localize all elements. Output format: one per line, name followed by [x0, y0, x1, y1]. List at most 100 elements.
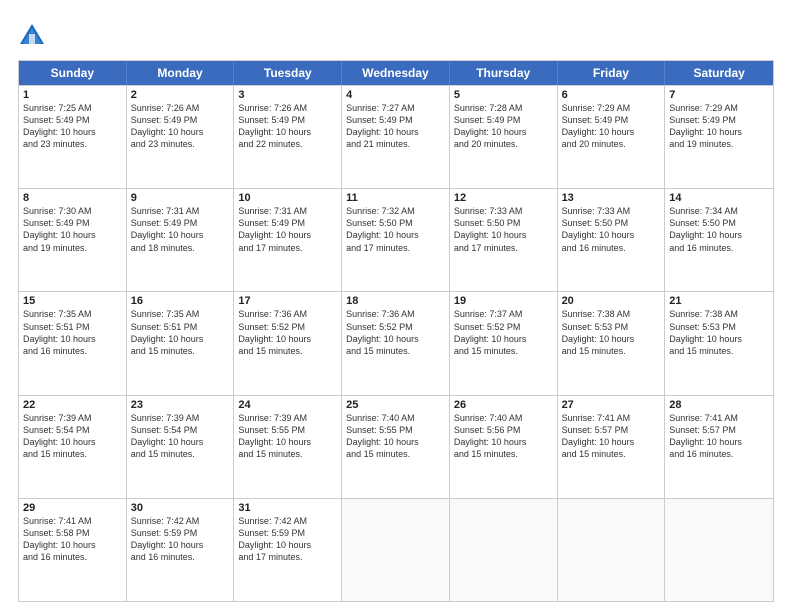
- day-info: Sunrise: 7:41 AM Sunset: 5:57 PM Dayligh…: [562, 412, 661, 461]
- day-cell-11: 11Sunrise: 7:32 AM Sunset: 5:50 PM Dayli…: [342, 189, 450, 291]
- day-cell-14: 14Sunrise: 7:34 AM Sunset: 5:50 PM Dayli…: [665, 189, 773, 291]
- day-number: 6: [562, 89, 661, 101]
- day-number: 18: [346, 295, 445, 307]
- day-cell-13: 13Sunrise: 7:33 AM Sunset: 5:50 PM Dayli…: [558, 189, 666, 291]
- calendar-week-2: 8Sunrise: 7:30 AM Sunset: 5:49 PM Daylig…: [19, 188, 773, 291]
- day-cell-22: 22Sunrise: 7:39 AM Sunset: 5:54 PM Dayli…: [19, 396, 127, 498]
- day-number: 29: [23, 502, 122, 514]
- calendar: SundayMondayTuesdayWednesdayThursdayFrid…: [18, 60, 774, 602]
- day-cell-25: 25Sunrise: 7:40 AM Sunset: 5:55 PM Dayli…: [342, 396, 450, 498]
- day-number: 2: [131, 89, 230, 101]
- day-cell-3: 3Sunrise: 7:26 AM Sunset: 5:49 PM Daylig…: [234, 86, 342, 188]
- calendar-header: SundayMondayTuesdayWednesdayThursdayFrid…: [19, 61, 773, 85]
- day-cell-27: 27Sunrise: 7:41 AM Sunset: 5:57 PM Dayli…: [558, 396, 666, 498]
- day-cell-5: 5Sunrise: 7:28 AM Sunset: 5:49 PM Daylig…: [450, 86, 558, 188]
- day-number: 1: [23, 89, 122, 101]
- header-cell-friday: Friday: [558, 61, 666, 85]
- header-cell-thursday: Thursday: [450, 61, 558, 85]
- day-info: Sunrise: 7:29 AM Sunset: 5:49 PM Dayligh…: [669, 102, 769, 151]
- day-cell-21: 21Sunrise: 7:38 AM Sunset: 5:53 PM Dayli…: [665, 292, 773, 394]
- day-number: 10: [238, 192, 337, 204]
- day-number: 8: [23, 192, 122, 204]
- day-number: 7: [669, 89, 769, 101]
- day-number: 4: [346, 89, 445, 101]
- empty-cell: [558, 499, 666, 601]
- day-number: 14: [669, 192, 769, 204]
- logo-icon: [18, 22, 46, 50]
- day-info: Sunrise: 7:36 AM Sunset: 5:52 PM Dayligh…: [346, 308, 445, 357]
- day-info: Sunrise: 7:33 AM Sunset: 5:50 PM Dayligh…: [454, 205, 553, 254]
- day-info: Sunrise: 7:29 AM Sunset: 5:49 PM Dayligh…: [562, 102, 661, 151]
- day-cell-24: 24Sunrise: 7:39 AM Sunset: 5:55 PM Dayli…: [234, 396, 342, 498]
- day-info: Sunrise: 7:25 AM Sunset: 5:49 PM Dayligh…: [23, 102, 122, 151]
- day-info: Sunrise: 7:31 AM Sunset: 5:49 PM Dayligh…: [131, 205, 230, 254]
- day-info: Sunrise: 7:38 AM Sunset: 5:53 PM Dayligh…: [669, 308, 769, 357]
- day-number: 15: [23, 295, 122, 307]
- day-info: Sunrise: 7:39 AM Sunset: 5:54 PM Dayligh…: [131, 412, 230, 461]
- day-info: Sunrise: 7:33 AM Sunset: 5:50 PM Dayligh…: [562, 205, 661, 254]
- day-cell-26: 26Sunrise: 7:40 AM Sunset: 5:56 PM Dayli…: [450, 396, 558, 498]
- day-number: 19: [454, 295, 553, 307]
- day-cell-18: 18Sunrise: 7:36 AM Sunset: 5:52 PM Dayli…: [342, 292, 450, 394]
- day-info: Sunrise: 7:41 AM Sunset: 5:58 PM Dayligh…: [23, 515, 122, 564]
- day-number: 31: [238, 502, 337, 514]
- day-number: 30: [131, 502, 230, 514]
- day-number: 3: [238, 89, 337, 101]
- day-info: Sunrise: 7:26 AM Sunset: 5:49 PM Dayligh…: [238, 102, 337, 151]
- day-number: 22: [23, 399, 122, 411]
- header-cell-tuesday: Tuesday: [234, 61, 342, 85]
- day-cell-15: 15Sunrise: 7:35 AM Sunset: 5:51 PM Dayli…: [19, 292, 127, 394]
- day-info: Sunrise: 7:30 AM Sunset: 5:49 PM Dayligh…: [23, 205, 122, 254]
- day-number: 28: [669, 399, 769, 411]
- day-number: 17: [238, 295, 337, 307]
- day-info: Sunrise: 7:42 AM Sunset: 5:59 PM Dayligh…: [238, 515, 337, 564]
- calendar-body: 1Sunrise: 7:25 AM Sunset: 5:49 PM Daylig…: [19, 85, 773, 601]
- day-cell-23: 23Sunrise: 7:39 AM Sunset: 5:54 PM Dayli…: [127, 396, 235, 498]
- day-cell-4: 4Sunrise: 7:27 AM Sunset: 5:49 PM Daylig…: [342, 86, 450, 188]
- empty-cell: [665, 499, 773, 601]
- day-number: 11: [346, 192, 445, 204]
- logo: [18, 22, 50, 50]
- day-number: 21: [669, 295, 769, 307]
- day-info: Sunrise: 7:32 AM Sunset: 5:50 PM Dayligh…: [346, 205, 445, 254]
- day-number: 24: [238, 399, 337, 411]
- day-cell-30: 30Sunrise: 7:42 AM Sunset: 5:59 PM Dayli…: [127, 499, 235, 601]
- day-cell-8: 8Sunrise: 7:30 AM Sunset: 5:49 PM Daylig…: [19, 189, 127, 291]
- header-cell-saturday: Saturday: [665, 61, 773, 85]
- day-number: 16: [131, 295, 230, 307]
- calendar-week-4: 22 Sunrise: 7:39 AM Sunset: 5:54 PM Dayli…: [19, 395, 773, 498]
- day-cell-16: 16Sunrise: 7:35 AM Sunset: 5:51 PM Dayli…: [127, 292, 235, 394]
- day-info: Sunrise: 7:27 AM Sunset: 5:49 PM Dayligh…: [346, 102, 445, 151]
- day-info: Sunrise: 7:40 AM Sunset: 5:55 PM Dayligh…: [346, 412, 445, 461]
- day-number: 9: [131, 192, 230, 204]
- day-number: 20: [562, 295, 661, 307]
- day-cell-19: 19Sunrise: 7:37 AM Sunset: 5:52 PM Dayli…: [450, 292, 558, 394]
- calendar-week-3: 15Sunrise: 7:35 AM Sunset: 5:51 PM Dayli…: [19, 291, 773, 394]
- day-info: Sunrise: 7:31 AM Sunset: 5:49 PM Dayligh…: [238, 205, 337, 254]
- day-info: Sunrise: 7:28 AM Sunset: 5:49 PM Dayligh…: [454, 102, 553, 151]
- day-info: Sunrise: 7:40 AM Sunset: 5:56 PM Dayligh…: [454, 412, 553, 461]
- page-header: [18, 18, 774, 50]
- calendar-week-5: 29Sunrise: 7:41 AM Sunset: 5:58 PM Dayli…: [19, 498, 773, 601]
- day-number: 5: [454, 89, 553, 101]
- day-info: Sunrise: 7:36 AM Sunset: 5:52 PM Dayligh…: [238, 308, 337, 357]
- day-cell-6: 6Sunrise: 7:29 AM Sunset: 5:49 PM Daylig…: [558, 86, 666, 188]
- day-number: 12: [454, 192, 553, 204]
- day-cell-1: 1Sunrise: 7:25 AM Sunset: 5:49 PM Daylig…: [19, 86, 127, 188]
- day-info: Sunrise: 7:35 AM Sunset: 5:51 PM Dayligh…: [23, 308, 122, 357]
- day-cell-28: 28Sunrise: 7:41 AM Sunset: 5:57 PM Dayli…: [665, 396, 773, 498]
- day-cell-12: 12Sunrise: 7:33 AM Sunset: 5:50 PM Dayli…: [450, 189, 558, 291]
- day-info: Sunrise: 7:35 AM Sunset: 5:51 PM Dayligh…: [131, 308, 230, 357]
- header-cell-sunday: Sunday: [19, 61, 127, 85]
- day-info: Sunrise: 7:39 AM Sunset: 5:55 PM Dayligh…: [238, 412, 337, 461]
- day-cell-10: 10Sunrise: 7:31 AM Sunset: 5:49 PM Dayli…: [234, 189, 342, 291]
- day-number: 26: [454, 399, 553, 411]
- empty-cell: [342, 499, 450, 601]
- header-cell-monday: Monday: [127, 61, 235, 85]
- day-number: 27: [562, 399, 661, 411]
- day-number: 25: [346, 399, 445, 411]
- day-info: Sunrise: 7:38 AM Sunset: 5:53 PM Dayligh…: [562, 308, 661, 357]
- day-info: Sunrise: 7:26 AM Sunset: 5:49 PM Dayligh…: [131, 102, 230, 151]
- day-cell-20: 20Sunrise: 7:38 AM Sunset: 5:53 PM Dayli…: [558, 292, 666, 394]
- day-info: Sunrise: 7:34 AM Sunset: 5:50 PM Dayligh…: [669, 205, 769, 254]
